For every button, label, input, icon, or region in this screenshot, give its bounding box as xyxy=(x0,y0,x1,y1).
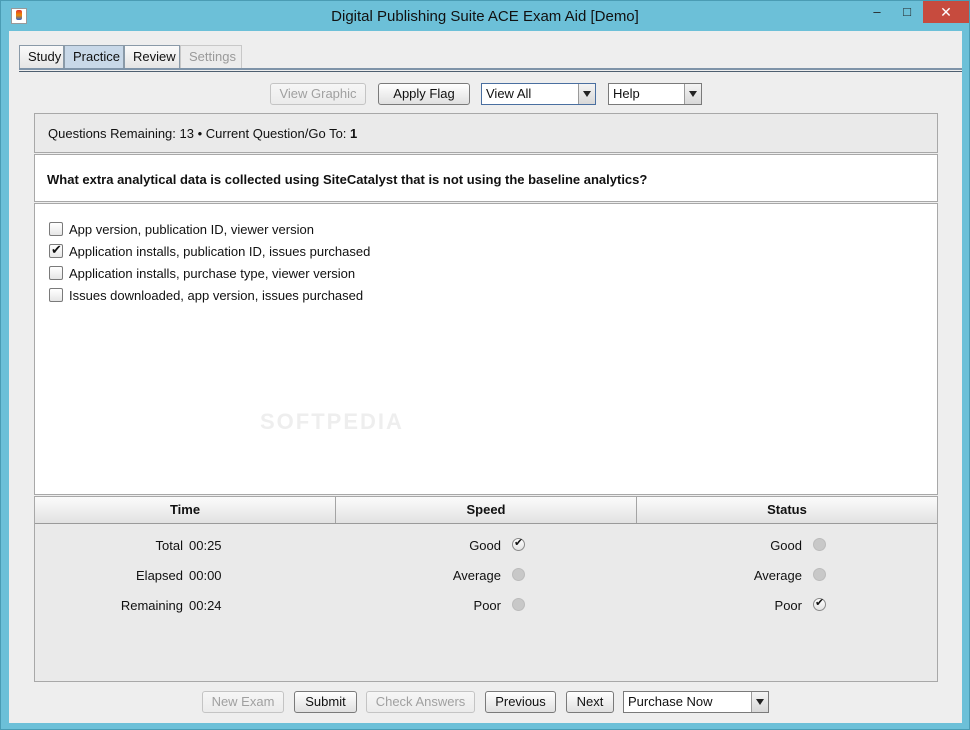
speed-average-indicator xyxy=(512,568,525,581)
questions-remaining-status: Questions Remaining: 13 • Current Questi… xyxy=(48,126,357,141)
help-value: Help xyxy=(613,86,640,101)
app-window: Digital Publishing Suite ACE Exam Aid [D… xyxy=(0,0,970,730)
status-average-label: Average xyxy=(753,568,802,583)
speed-poor-label: Poor xyxy=(473,598,501,613)
client-area: Study Practice Review Settings View Grap… xyxy=(9,31,962,723)
status-panel: Questions Remaining: 13 • Current Questi… xyxy=(34,113,938,153)
tab-study[interactable]: Study xyxy=(19,45,64,69)
speed-good-indicator xyxy=(512,536,525,551)
view-graphic-button: View Graphic xyxy=(270,83,366,105)
answer-checkbox[interactable] xyxy=(49,288,63,302)
submit-button[interactable]: Submit xyxy=(294,691,357,713)
chevron-down-icon[interactable] xyxy=(684,84,701,104)
view-filter-value: View All xyxy=(486,86,532,101)
minimize-button[interactable]: – xyxy=(863,1,891,23)
time-total-value: 00:25 xyxy=(189,538,222,553)
answer-label[interactable]: Application installs, purchase type, vie… xyxy=(69,266,355,281)
question-panel: What extra analytical data is collected … xyxy=(34,154,938,202)
time-total-label: Total xyxy=(155,538,183,553)
close-button[interactable]: ✕ xyxy=(923,1,969,23)
chevron-down-icon[interactable] xyxy=(751,692,768,712)
answer-label[interactable]: Issues downloaded, app version, issues p… xyxy=(69,288,363,303)
time-remaining-value: 00:24 xyxy=(189,598,222,613)
speed-column-header: Speed xyxy=(466,502,506,517)
tab-practice[interactable]: Practice xyxy=(64,45,124,69)
time-elapsed-value: 00:00 xyxy=(189,568,222,583)
tab-divider-dark xyxy=(19,71,962,72)
status-poor-indicator xyxy=(813,596,826,611)
previous-button[interactable]: Previous xyxy=(485,691,556,713)
time-remaining-label: Remaining xyxy=(120,598,183,613)
current-question-number[interactable]: 1 xyxy=(350,126,357,141)
question-text: What extra analytical data is collected … xyxy=(47,172,648,187)
status-column-header: Status xyxy=(767,502,807,517)
answer-label[interactable]: App version, publication ID, viewer vers… xyxy=(69,222,314,237)
new-exam-button: New Exam xyxy=(202,691,284,713)
stats-panel: Time Speed Status Total 00:25 Elapsed 00… xyxy=(34,496,938,682)
maximize-button[interactable]: □ xyxy=(893,1,921,23)
answer-checkbox[interactable] xyxy=(49,222,63,236)
title-bar[interactable]: Digital Publishing Suite ACE Exam Aid [D… xyxy=(1,1,969,31)
view-filter-select[interactable]: View All xyxy=(481,83,596,105)
purchase-value: Purchase Now xyxy=(628,694,713,709)
status-poor-label: Poor xyxy=(774,598,802,613)
speed-poor-indicator xyxy=(512,598,525,611)
answer-checkbox[interactable] xyxy=(49,242,63,258)
softpedia-watermark: SOFTPEDIA xyxy=(260,409,404,434)
purchase-select[interactable]: Purchase Now xyxy=(623,691,769,713)
check-answers-button: Check Answers xyxy=(366,691,475,713)
speed-average-label: Average xyxy=(452,568,501,583)
speed-good-label: Good xyxy=(469,538,501,553)
status-prefix: Questions Remaining: 13 • Current Questi… xyxy=(48,126,347,141)
help-select[interactable]: Help xyxy=(608,83,702,105)
next-button[interactable]: Next xyxy=(566,691,614,713)
tab-settings: Settings xyxy=(180,45,242,69)
answers-panel: SOFTPEDIA App version, publication ID, v… xyxy=(34,203,938,495)
chevron-down-icon[interactable] xyxy=(578,84,595,104)
time-elapsed-label: Elapsed xyxy=(136,568,183,583)
status-average-indicator xyxy=(813,568,826,581)
apply-flag-button[interactable]: Apply Flag xyxy=(378,83,470,105)
status-good-indicator xyxy=(813,538,826,551)
stats-header: Time Speed Status xyxy=(35,497,937,524)
tab-review[interactable]: Review xyxy=(124,45,180,69)
window-title: Digital Publishing Suite ACE Exam Aid [D… xyxy=(331,8,639,25)
time-column-header: Time xyxy=(169,502,201,517)
answer-label[interactable]: Application installs, publication ID, is… xyxy=(69,244,370,259)
status-good-label: Good xyxy=(770,538,802,553)
tab-divider xyxy=(19,68,962,70)
answer-checkbox[interactable] xyxy=(49,266,63,280)
